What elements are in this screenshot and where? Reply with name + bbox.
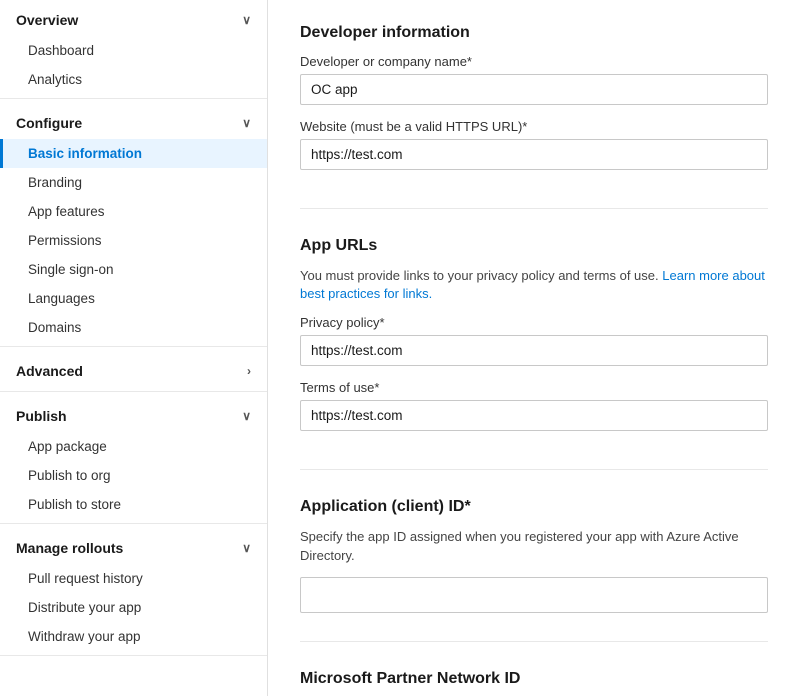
divider-after-advanced <box>0 391 267 392</box>
sidebar-item-permissions[interactable]: Permissions <box>0 226 267 255</box>
sidebar-item-domains[interactable]: Domains <box>0 313 267 342</box>
section-title-app-urls: App URLs <box>300 237 768 255</box>
divider-after-overview <box>0 98 267 99</box>
block-application-client-id: Application (client) ID* Specify the app … <box>300 498 768 641</box>
input-terms-of-use[interactable] <box>300 400 768 431</box>
input-developer-name[interactable] <box>300 74 768 105</box>
sidebar-section-label-overview: Overview <box>16 12 78 28</box>
sidebar-item-withdraw-your-app[interactable]: Withdraw your app <box>0 622 267 651</box>
sidebar-item-dashboard[interactable]: Dashboard <box>0 36 267 65</box>
sidebar-item-analytics[interactable]: Analytics <box>0 65 267 94</box>
block-app-urls: App URLs You must provide links to your p… <box>300 237 768 470</box>
label-terms-of-use: Terms of use* <box>300 380 768 395</box>
sidebar-item-single-sign-on[interactable]: Single sign-on <box>0 255 267 284</box>
input-app-id[interactable] <box>300 577 768 613</box>
description-application-client-id: Specify the app ID assigned when you reg… <box>300 528 768 564</box>
sidebar-item-branding[interactable]: Branding <box>0 168 267 197</box>
sidebar-item-publish-to-store[interactable]: Publish to store <box>0 490 267 519</box>
sidebar-section-advanced[interactable]: Advanced › <box>0 351 267 387</box>
sidebar-section-configure[interactable]: Configure ∨ <box>0 103 267 139</box>
chevron-overview-icon: ∨ <box>242 13 251 27</box>
description-link-app-urls[interactable]: Learn more about best practices for link… <box>300 268 765 301</box>
divider-after-manage-rollouts <box>0 655 267 656</box>
sidebar: Overview ∨ DashboardAnalytics Configure ∨ Bas… <box>0 0 268 696</box>
sidebar-section-label-configure: Configure <box>16 115 82 131</box>
sidebar-item-publish-to-org[interactable]: Publish to org <box>0 461 267 490</box>
sidebar-item-distribute-your-app[interactable]: Distribute your app <box>0 593 267 622</box>
input-website[interactable] <box>300 139 768 170</box>
sidebar-item-pull-request-history[interactable]: Pull request history <box>0 564 267 593</box>
label-website: Website (must be a valid HTTPS URL)* <box>300 119 768 134</box>
sidebar-section-manage-rollouts[interactable]: Manage rollouts ∨ <box>0 528 267 564</box>
chevron-manage-rollouts-icon: ∨ <box>242 541 251 555</box>
sidebar-section-publish[interactable]: Publish ∨ <box>0 396 267 432</box>
chevron-advanced-icon: › <box>247 364 251 378</box>
divider-after-configure <box>0 346 267 347</box>
sidebar-section-label-advanced: Advanced <box>16 363 83 379</box>
chevron-publish-icon: ∨ <box>242 409 251 423</box>
block-microsoft-partner-network: Microsoft Partner Network IDIf you're pa… <box>300 670 768 696</box>
sidebar-item-app-features[interactable]: App features <box>0 197 267 226</box>
chevron-configure-icon: ∨ <box>242 116 251 130</box>
divider-after-publish <box>0 523 267 524</box>
sidebar-item-languages[interactable]: Languages <box>0 284 267 313</box>
main-content: Developer information Developer or compan… <box>268 0 800 696</box>
sidebar-item-basic-information[interactable]: Basic information <box>0 139 267 168</box>
section-title-application-client-id: Application (client) ID* <box>300 498 768 516</box>
sidebar-item-app-package[interactable]: App package <box>0 432 267 461</box>
section-title-microsoft-partner-network: Microsoft Partner Network ID <box>300 670 768 688</box>
description-app-urls: You must provide links to your privacy p… <box>300 267 768 303</box>
sidebar-section-label-manage-rollouts: Manage rollouts <box>16 540 123 556</box>
label-privacy-policy: Privacy policy* <box>300 315 768 330</box>
section-title-developer-information: Developer information <box>300 24 768 42</box>
label-developer-name: Developer or company name* <box>300 54 768 69</box>
sidebar-section-overview[interactable]: Overview ∨ <box>0 0 267 36</box>
block-developer-information: Developer information Developer or compan… <box>300 24 768 209</box>
sidebar-section-label-publish: Publish <box>16 408 67 424</box>
input-privacy-policy[interactable] <box>300 335 768 366</box>
